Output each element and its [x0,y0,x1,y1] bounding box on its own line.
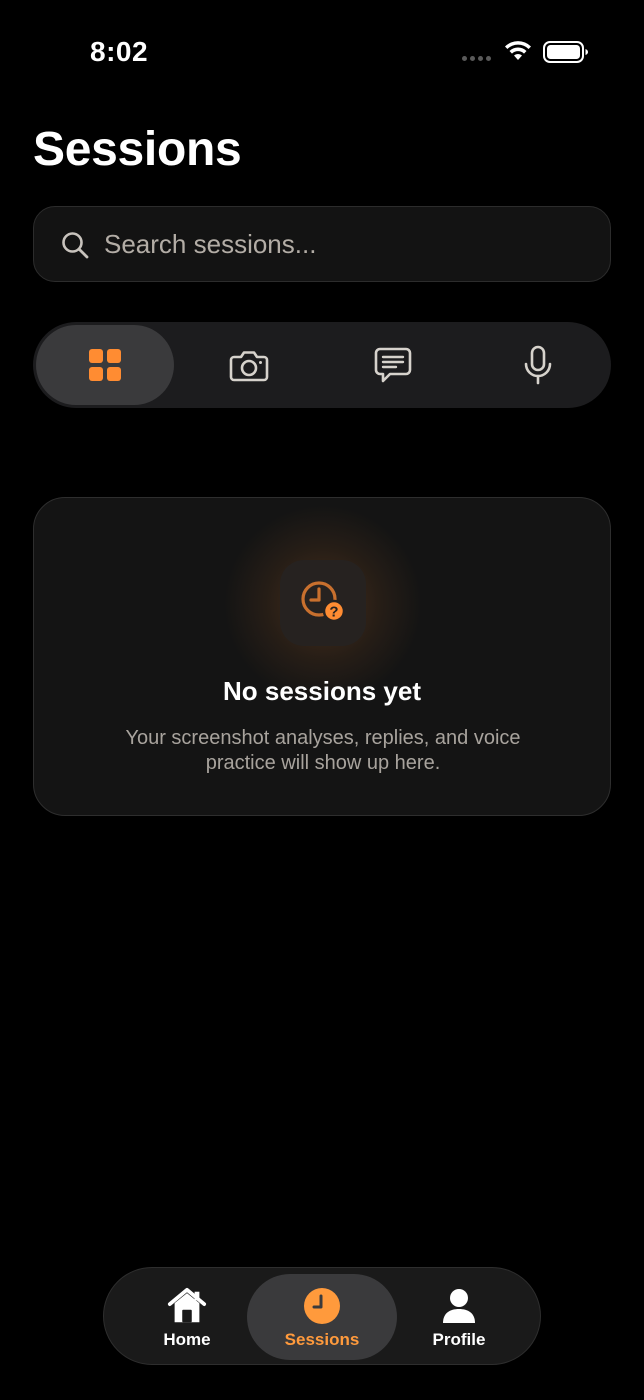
empty-state-card: ? No sessions yet Your screenshot analys… [33,497,611,816]
grid-icon [89,349,121,381]
wifi-icon [505,41,531,60]
svg-text:?: ? [329,604,338,621]
tab-profile[interactable]: Profile [384,1274,534,1360]
filter-voice[interactable] [469,325,607,405]
status-time: 8:02 [90,36,149,67]
person-icon [439,1286,479,1326]
home-icon [167,1286,207,1326]
page-title: Sessions [33,123,242,176]
empty-state-title: No sessions yet [223,676,421,706]
filter-screenshots[interactable] [180,325,318,405]
tab-home-label: Home [163,1330,211,1349]
session-type-filter [33,322,611,408]
microphone-icon [524,345,552,385]
status-bar: 8:02 [0,0,644,100]
clock-icon [302,1286,342,1326]
search-icon [62,232,89,259]
tab-home[interactable]: Home [112,1274,262,1360]
battery-icon [543,41,588,63]
tab-sessions-label: Sessions [284,1330,360,1349]
tab-bar: Home Sessions Profile [103,1267,541,1365]
search-input[interactable] [104,207,584,281]
filter-all[interactable] [36,325,174,405]
search-box[interactable] [33,206,611,282]
empty-state-icon-tile: ? [280,560,366,646]
message-icon [374,347,412,383]
tab-profile-label: Profile [432,1330,486,1349]
signal-dots-icon [462,56,491,61]
clock-question-icon: ? [301,581,346,623]
empty-state-description: Your screenshot analyses, replies, and v… [125,727,521,774]
filter-replies[interactable] [324,325,462,405]
tab-sessions[interactable]: Sessions [247,1274,397,1360]
camera-icon [229,351,269,382]
